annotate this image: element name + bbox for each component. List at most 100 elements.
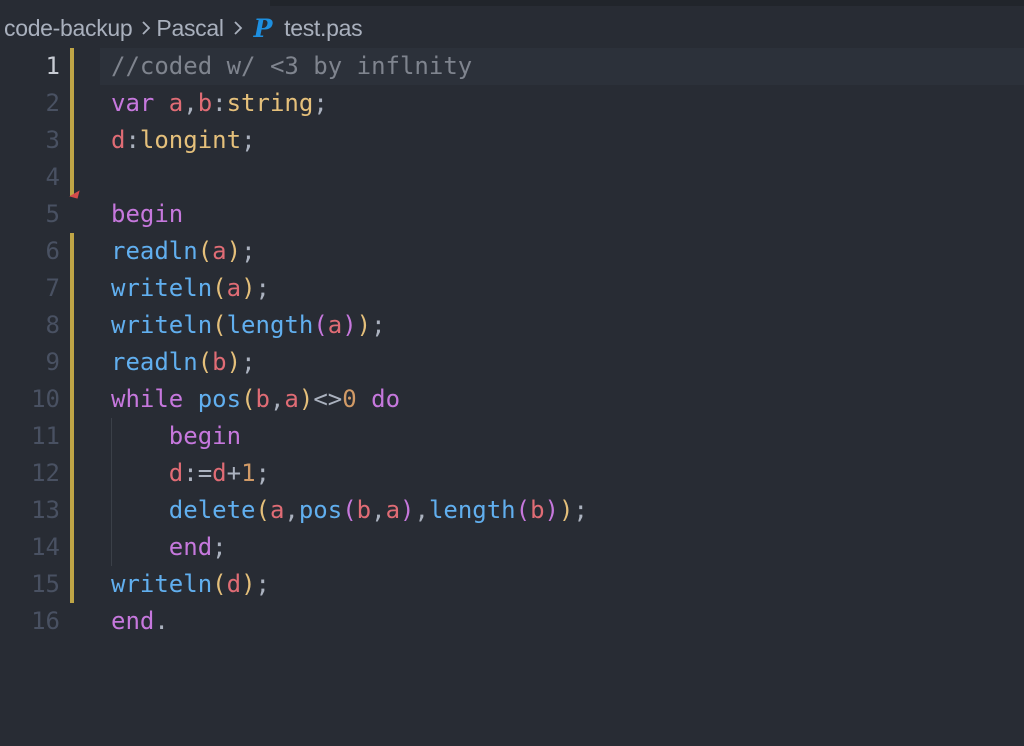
line-number: 15 [31, 570, 60, 598]
code-line[interactable]: 14 end; [0, 529, 1024, 566]
line-number: 5 [45, 200, 60, 228]
code-editor[interactable]: code-backup Pascal P test.pas 1 //coded w… [0, 0, 1024, 746]
git-modified-indicator[interactable] [70, 566, 74, 603]
code-text[interactable]: end; [111, 529, 227, 566]
code-text[interactable]: readln(b); [111, 344, 256, 381]
code-token: d [212, 459, 227, 487]
code-line[interactable]: 7 writeln(a); [0, 270, 1024, 307]
code-token: writeln [111, 274, 213, 302]
code-token: . [154, 607, 169, 635]
code-line[interactable]: 12 d:=d+1; [0, 455, 1024, 492]
code-line[interactable]: 9 readln(b); [0, 344, 1024, 381]
code-text[interactable]: readln(a); [111, 233, 256, 270]
code-token: ( [212, 570, 227, 598]
git-modified-indicator[interactable] [70, 48, 74, 85]
git-modified-indicator[interactable] [70, 492, 74, 529]
code-token: : [212, 89, 227, 117]
line-number: 10 [31, 385, 60, 413]
code-token: begin [168, 422, 242, 450]
code-token: a [327, 311, 343, 339]
breadcrumb-folder-code-backup[interactable]: code-backup [4, 15, 133, 42]
code-token: ; [241, 237, 256, 265]
code-token: ; [255, 570, 270, 598]
code-text[interactable]: end. [111, 603, 169, 640]
code-line[interactable]: 5 begin [0, 190, 1024, 233]
code-token: end [111, 607, 155, 635]
code-line[interactable]: 6 readln(a); [0, 233, 1024, 270]
code-token: ) [241, 274, 256, 302]
code-token: length [226, 311, 314, 339]
code-token: , [183, 89, 198, 117]
code-token: , [371, 496, 386, 524]
code-token: ( [342, 496, 357, 524]
git-modified-indicator[interactable] [70, 122, 74, 159]
code-token: ) [226, 348, 242, 376]
code-line[interactable]: 1 //coded w/ <3 by inflnity [0, 48, 1024, 85]
code-text[interactable]: begin [111, 196, 183, 233]
line-number: 16 [31, 607, 60, 635]
git-modified-indicator[interactable] [70, 344, 74, 381]
git-modified-indicator[interactable] [70, 85, 74, 122]
code-token: ; [371, 311, 386, 339]
code-token: : [125, 126, 140, 154]
line-number: 11 [31, 422, 60, 450]
line-number: 1 [45, 52, 60, 80]
code-line[interactable]: 4 [0, 159, 1024, 196]
code-text[interactable]: var a,b:string; [111, 85, 328, 122]
chevron-right-icon [141, 17, 151, 39]
code-token: ; [212, 533, 227, 561]
code-line[interactable]: 8 writeln(length(a)); [0, 307, 1024, 344]
code-token: begin [111, 200, 184, 228]
code-line[interactable]: 15 writeln(d); [0, 566, 1024, 603]
code-line[interactable]: 10 while pos(b,a)<>0 do [0, 381, 1024, 418]
code-text[interactable]: writeln(a); [111, 270, 270, 307]
breadcrumb: code-backup Pascal P test.pas [4, 10, 363, 46]
git-modified-indicator[interactable] [70, 307, 74, 344]
code-text[interactable]: delete(a,pos(b,a),length(b)); [111, 492, 588, 529]
git-modified-indicator[interactable] [70, 233, 74, 270]
git-modified-indicator[interactable] [70, 270, 74, 307]
code-token: ( [313, 311, 328, 339]
line-number: 2 [45, 89, 60, 117]
git-modified-indicator[interactable] [70, 529, 74, 566]
code-text[interactable]: d:=d+1; [111, 455, 270, 492]
code-token: ; [255, 274, 270, 302]
code-line[interactable]: 13 delete(a,pos(b,a),length(b)); [0, 492, 1024, 529]
code-text[interactable]: while pos(b,a)<>0 do [111, 381, 400, 418]
line-number: 13 [31, 496, 60, 524]
code-text[interactable]: d:longint; [111, 122, 256, 159]
code-token: ( [241, 385, 256, 413]
code-token: end [168, 533, 213, 561]
code-token: writeln [111, 311, 213, 339]
code-text[interactable]: begin [111, 418, 241, 455]
git-modified-indicator[interactable] [70, 418, 74, 455]
code-token: , [414, 496, 429, 524]
code-token: <> [313, 385, 343, 413]
code-lines[interactable]: 1 //coded w/ <3 by inflnity 2 var a,b:strin… [0, 48, 1024, 640]
code-token: , [284, 496, 299, 524]
code-line[interactable]: 2 var a,b:string; [0, 85, 1024, 122]
code-text[interactable]: //coded w/ <3 by inflnity [111, 48, 472, 85]
code-text[interactable]: writeln(d); [111, 566, 270, 603]
breadcrumb-folder-pascal[interactable]: Pascal [156, 15, 224, 42]
code-token: d [226, 570, 242, 598]
git-modified-indicator[interactable] [70, 159, 74, 196]
code-token: while [111, 385, 198, 413]
code-text[interactable]: writeln(length(a)); [111, 307, 386, 344]
code-line[interactable]: 3 d:longint; [0, 122, 1024, 159]
line-number: 8 [45, 311, 60, 339]
code-token: longint [139, 126, 242, 154]
breadcrumb-file-test-pas[interactable]: test.pas [284, 15, 362, 42]
code-line[interactable]: 16 end. [0, 603, 1024, 640]
code-line[interactable]: 11 begin [0, 418, 1024, 455]
code-token: ( [197, 348, 213, 376]
line-number: 9 [45, 348, 60, 376]
code-token: b [212, 348, 227, 376]
code-token: b [255, 385, 270, 413]
line-number: 7 [45, 274, 60, 302]
git-modified-indicator[interactable] [70, 455, 74, 492]
code-token: b [530, 496, 545, 524]
git-modified-indicator[interactable] [70, 381, 74, 418]
